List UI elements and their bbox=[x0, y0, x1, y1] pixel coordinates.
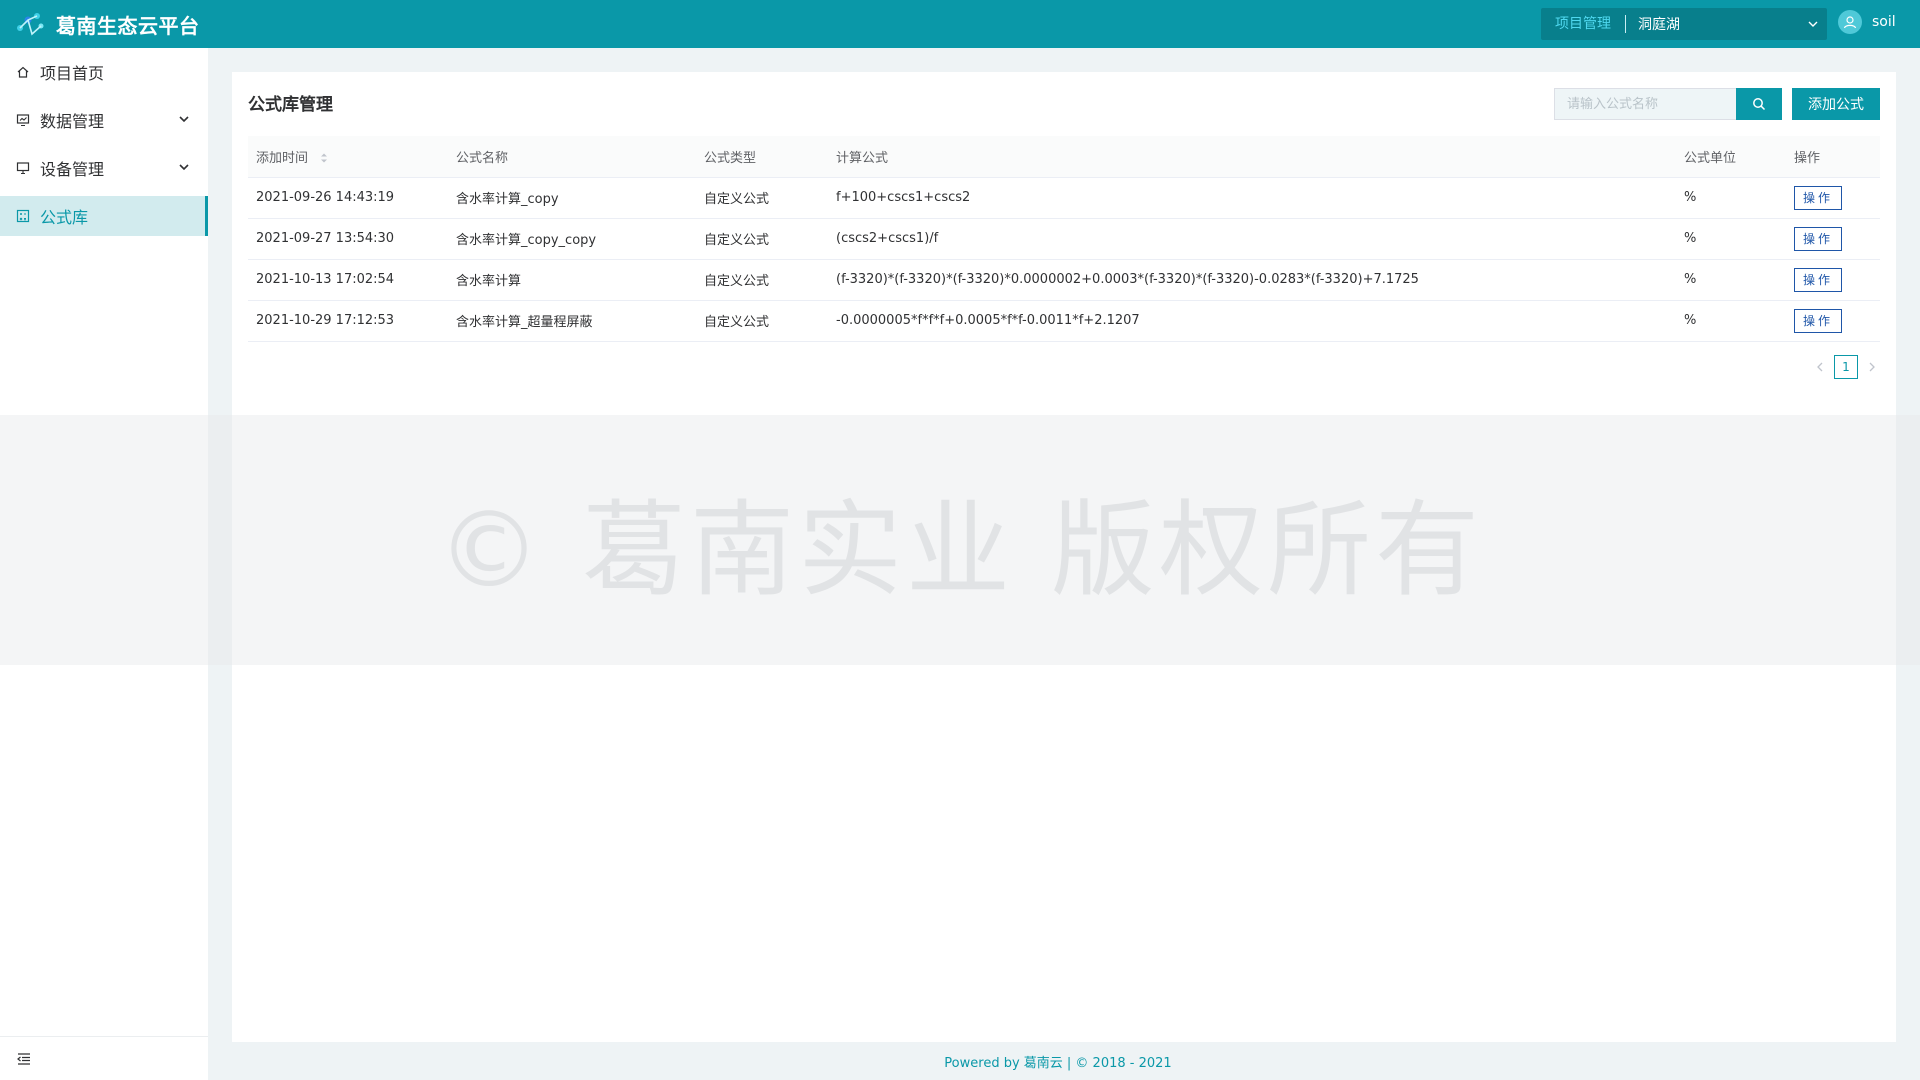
search-icon bbox=[1753, 98, 1766, 111]
table-row: 2021-09-27 13:54:30 含水率计算_copy_copy 自定义公… bbox=[248, 218, 1880, 260]
cell-action: 操作 bbox=[1786, 177, 1880, 219]
project-label: 项目管理 bbox=[1541, 15, 1626, 33]
table-row: 2021-09-26 14:43:19 含水率计算_copy 自定义公式 f+1… bbox=[248, 177, 1880, 219]
prev-page-icon[interactable] bbox=[1812, 355, 1828, 379]
cell-action: 操作 bbox=[1786, 218, 1880, 260]
project-selector[interactable]: 项目管理 洞庭湖 bbox=[1541, 8, 1827, 40]
formula-icon bbox=[16, 209, 30, 223]
cell-type: 自定义公式 bbox=[696, 218, 828, 260]
operate-button[interactable]: 操作 bbox=[1794, 226, 1842, 251]
chevron-down-icon[interactable] bbox=[178, 113, 190, 125]
sidebar: 项目首页 数据管理 设备管理 公式库 bbox=[0, 48, 208, 1080]
cell-formula: (f-3320)*(f-3320)*(f-3320)*0.0000002+0.0… bbox=[828, 259, 1676, 301]
cell-unit: % bbox=[1676, 218, 1786, 260]
column-header-formula: 计算公式 bbox=[828, 136, 1676, 178]
sidebar-item-device[interactable]: 设备管理 bbox=[0, 148, 208, 188]
chevron-down-icon[interactable] bbox=[178, 161, 190, 173]
operate-button[interactable]: 操作 bbox=[1794, 267, 1842, 292]
sidebar-item-label: 公式库 bbox=[40, 208, 89, 227]
operate-button[interactable]: 操作 bbox=[1794, 308, 1842, 333]
cell-formula: (cscs2+cscs1)/f bbox=[828, 218, 1676, 260]
pagination: 1 bbox=[1812, 355, 1880, 379]
page-footer: Powered by 葛南云 | © 2018 - 2021 bbox=[944, 1056, 1172, 1071]
search-bar bbox=[1554, 88, 1782, 120]
cell-action: 操作 bbox=[1786, 300, 1880, 342]
cell-name: 含水率计算_copy bbox=[448, 177, 696, 219]
page-number[interactable]: 1 bbox=[1834, 355, 1858, 379]
chevron-down-icon[interactable] bbox=[1799, 8, 1827, 40]
column-header-type: 公式类型 bbox=[696, 136, 828, 178]
cell-action: 操作 bbox=[1786, 259, 1880, 301]
cell-time: 2021-10-29 17:12:53 bbox=[248, 300, 448, 342]
cell-type: 自定义公式 bbox=[696, 177, 828, 219]
user-menu[interactable]: soil bbox=[1838, 10, 1896, 34]
cell-unit: % bbox=[1676, 177, 1786, 219]
next-page-icon[interactable] bbox=[1864, 355, 1880, 379]
search-button[interactable] bbox=[1736, 88, 1782, 120]
sidebar-item-label: 设备管理 bbox=[40, 160, 105, 179]
formula-table: 添加时间 公式名称 公式类型 计算公式 公式单位 操作 2021-09-26 1… bbox=[248, 136, 1880, 342]
column-header-time[interactable]: 添加时间 bbox=[248, 136, 448, 178]
sidebar-item-label: 项目首页 bbox=[40, 64, 105, 83]
cell-formula: f+100+cscs1+cscs2 bbox=[828, 177, 1676, 219]
project-value: 洞庭湖 bbox=[1638, 17, 1680, 33]
cell-name: 含水率计算_copy_copy bbox=[448, 218, 696, 260]
sidebar-item-label: 数据管理 bbox=[40, 112, 105, 131]
formula-library-card: 公式库管理 添加公式 添加时间 公式名称 公式类型 计算公式 公式单位 操作 bbox=[232, 72, 1896, 1042]
brand-logo-icon bbox=[17, 13, 44, 36]
search-input[interactable] bbox=[1554, 88, 1736, 120]
user-name: soil bbox=[1872, 14, 1896, 30]
column-header-name: 公式名称 bbox=[448, 136, 696, 178]
cell-name: 含水率计算_超量程屏蔽 bbox=[448, 300, 696, 342]
cell-time: 2021-09-26 14:43:19 bbox=[248, 177, 448, 219]
cell-unit: % bbox=[1676, 259, 1786, 301]
sidebar-item-formula[interactable]: 公式库 bbox=[0, 196, 208, 236]
cell-name: 含水率计算 bbox=[448, 259, 696, 301]
monitor-icon bbox=[16, 161, 30, 175]
brand[interactable]: 葛南生态云平台 bbox=[14, 10, 200, 39]
cell-time: 2021-10-13 17:02:54 bbox=[248, 259, 448, 301]
operate-button[interactable]: 操作 bbox=[1794, 185, 1842, 210]
cell-formula: -0.0000005*f*f*f+0.0005*f*f-0.0011*f+2.1… bbox=[828, 300, 1676, 342]
top-header: 葛南生态云平台 项目管理 洞庭湖 soil bbox=[0, 0, 1920, 48]
column-header-action: 操作 bbox=[1786, 136, 1880, 178]
cell-unit: % bbox=[1676, 300, 1786, 342]
sort-icon[interactable] bbox=[320, 152, 328, 164]
cell-type: 自定义公式 bbox=[696, 300, 828, 342]
cell-time: 2021-09-27 13:54:30 bbox=[248, 218, 448, 260]
table-row: 2021-10-29 17:12:53 含水率计算_超量程屏蔽 自定义公式 -0… bbox=[248, 300, 1880, 342]
page-title: 公式库管理 bbox=[248, 95, 333, 115]
table-row: 2021-10-13 17:02:54 含水率计算 自定义公式 (f-3320)… bbox=[248, 259, 1880, 301]
cell-type: 自定义公式 bbox=[696, 259, 828, 301]
column-header-unit: 公式单位 bbox=[1676, 136, 1786, 178]
sidebar-item-home[interactable]: 项目首页 bbox=[0, 52, 208, 92]
home-icon bbox=[16, 65, 30, 79]
sidebar-item-data[interactable]: 数据管理 bbox=[0, 100, 208, 140]
table-header-row: 添加时间 公式名称 公式类型 计算公式 公式单位 操作 bbox=[248, 136, 1880, 178]
user-avatar-icon bbox=[1838, 10, 1862, 34]
data-icon bbox=[16, 113, 30, 127]
brand-title: 葛南生态云平台 bbox=[56, 13, 200, 38]
add-formula-button[interactable]: 添加公式 bbox=[1792, 88, 1880, 120]
